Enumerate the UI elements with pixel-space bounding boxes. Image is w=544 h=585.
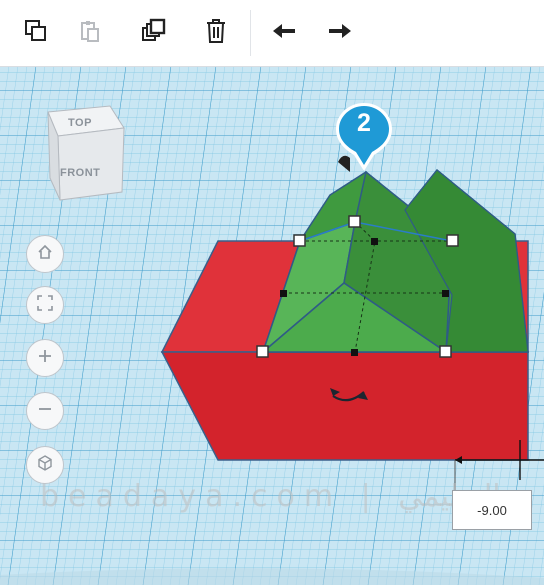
paste-icon [78, 19, 102, 48]
home-icon [37, 244, 53, 265]
trash-icon [204, 18, 228, 49]
home-view-button[interactable] [26, 235, 64, 273]
edit-toolbar [0, 0, 544, 67]
resize-handle[interactable] [439, 345, 452, 358]
red-box-front [160, 351, 529, 461]
perspective-toggle-button[interactable] [26, 446, 64, 484]
redo-arrow-icon [327, 21, 353, 46]
step-badge-number: 2 [357, 109, 371, 137]
step-badge: 2 [334, 101, 394, 173]
duplicate-icon [141, 18, 167, 49]
resize-handle[interactable] [446, 234, 459, 247]
resize-handle[interactable] [348, 215, 361, 228]
delete-button[interactable] [196, 13, 236, 53]
zoom-out-button[interactable] [26, 392, 64, 430]
undo-arrow-icon [271, 21, 297, 46]
copy-icon [24, 19, 48, 48]
resize-handle[interactable] [256, 345, 269, 358]
undo-button[interactable] [264, 13, 304, 53]
redo-button[interactable] [320, 13, 360, 53]
view-cube-front-label[interactable]: FRONT [60, 167, 100, 179]
fit-view-icon [37, 294, 53, 316]
view-cube-top-label[interactable]: TOP [68, 117, 92, 129]
midpoint-handle[interactable] [442, 290, 449, 297]
zoom-in-button[interactable] [26, 339, 64, 377]
perspective-cube-icon [37, 454, 53, 476]
copy-button[interactable] [16, 13, 56, 53]
resize-handle[interactable] [293, 234, 306, 247]
view-cube[interactable]: TOP FRONT [40, 100, 130, 210]
midpoint-handle[interactable] [371, 238, 378, 245]
duplicate-button[interactable] [134, 13, 174, 53]
dimension-input[interactable]: -9.00 [452, 490, 532, 530]
paste-button[interactable] [70, 13, 110, 53]
fit-view-button[interactable] [26, 286, 64, 324]
minus-icon [37, 401, 53, 422]
midpoint-handle[interactable] [351, 349, 358, 356]
dimension-value: -9.00 [477, 502, 507, 518]
watermark-text: beadaya.com | التعليمي [40, 479, 501, 514]
tinkercad-editor: beadaya.com | التعليمي TOP FRONT 2 -9.00 [0, 0, 544, 585]
plus-icon [37, 348, 53, 369]
midpoint-handle[interactable] [280, 290, 287, 297]
toolbar-divider [250, 10, 251, 56]
